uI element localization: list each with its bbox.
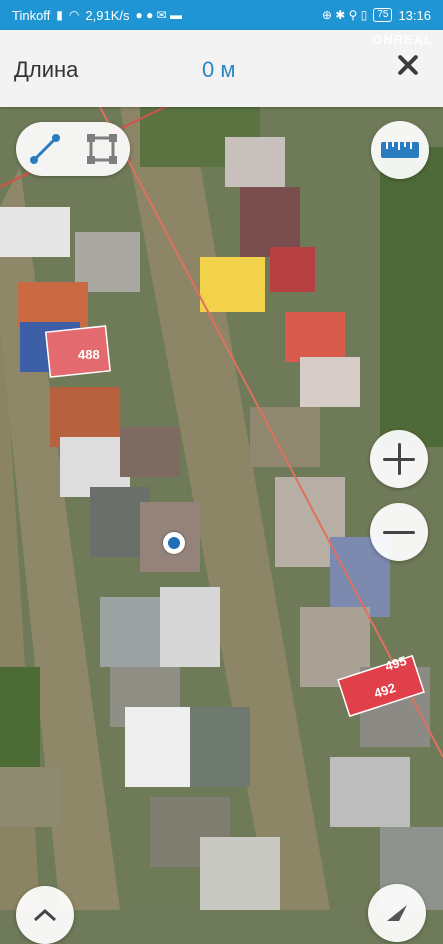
system-icons: ⊕ ✱ ⚲ ▯ xyxy=(321,8,368,22)
map-imagery xyxy=(0,107,443,910)
measure-mode-toggle xyxy=(16,122,130,176)
status-bar: Tinkoff ▮ ◠ 2,91K/s ● ● ✉ ▬ ⊕ ✱ ⚲ ▯ 75 1… xyxy=(0,0,443,30)
zoom-out-button[interactable] xyxy=(370,503,428,561)
measure-mode-title: Длина xyxy=(14,57,79,82)
line-measure-icon[interactable] xyxy=(16,122,73,176)
zoom-in-button[interactable] xyxy=(370,430,428,488)
parcel-label[interactable]: 488 xyxy=(78,347,100,362)
navigation-button[interactable] xyxy=(368,884,426,942)
satellite-map[interactable] xyxy=(0,107,443,910)
current-location-marker xyxy=(163,532,185,554)
notification-icons: ● ● ✉ ▬ xyxy=(135,8,183,22)
measure-length-value: 0 м xyxy=(202,57,236,82)
close-icon[interactable] xyxy=(393,50,423,80)
area-measure-icon[interactable] xyxy=(73,122,130,176)
app-watermark: ONREAL xyxy=(372,32,433,47)
battery-indicator: 75 xyxy=(373,8,393,22)
signal-icon: ▮ xyxy=(56,8,63,22)
plus-icon xyxy=(383,443,415,475)
clock: 13:16 xyxy=(398,7,431,23)
ruler-icon[interactable] xyxy=(371,121,429,179)
carrier-label: Tinkoff xyxy=(12,7,51,23)
wifi-icon: ◠ xyxy=(68,8,80,22)
minus-icon xyxy=(383,516,415,548)
network-speed: 2,91K/s xyxy=(85,7,130,23)
expand-panel-button[interactable] xyxy=(16,886,74,944)
